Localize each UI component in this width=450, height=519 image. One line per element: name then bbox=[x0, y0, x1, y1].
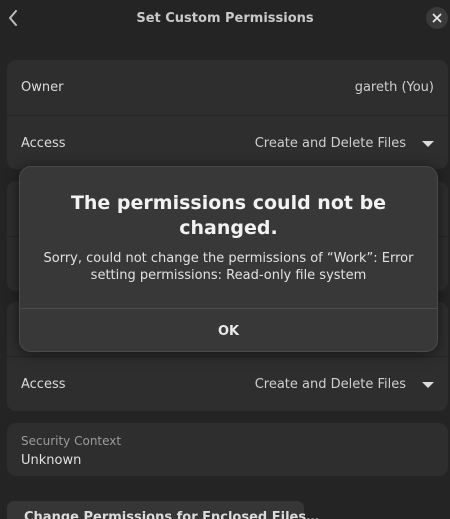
others-access-label: Access bbox=[21, 377, 66, 392]
owner-access-value: Create and Delete Files bbox=[254, 136, 406, 151]
error-dialog: The permissions could not be changed. So… bbox=[19, 166, 438, 352]
security-context-value: Unknown bbox=[21, 453, 82, 468]
header-bar: Set Custom Permissions bbox=[0, 0, 450, 38]
permissions-window: Set Custom Permissions Owner gareth (You… bbox=[0, 0, 450, 519]
owner-access-row[interactable]: Access Create and Delete Files bbox=[7, 116, 448, 169]
change-enclosed-permissions-button[interactable]: Change Permissions for Enclosed Files… bbox=[7, 501, 319, 519]
page-title: Set Custom Permissions bbox=[136, 11, 314, 26]
owner-value: gareth (You) bbox=[354, 80, 434, 95]
security-context-card: Security Context Unknown bbox=[7, 423, 448, 476]
close-icon bbox=[432, 13, 442, 23]
owner-row: Owner gareth (You) bbox=[7, 60, 448, 115]
owner-access-label: Access bbox=[21, 136, 66, 151]
owner-access-dropdown[interactable]: Create and Delete Files bbox=[255, 136, 434, 151]
close-button[interactable] bbox=[426, 7, 448, 29]
dropdown-arrow-icon bbox=[422, 381, 434, 388]
others-access-value: Create and Delete Files bbox=[254, 377, 406, 392]
dropdown-arrow-icon bbox=[422, 140, 434, 147]
security-context-label: Security Context bbox=[21, 434, 122, 448]
owner-label: Owner bbox=[21, 80, 64, 95]
ok-button[interactable]: OK bbox=[20, 309, 437, 351]
owner-card: Owner gareth (You) Access Create and Del… bbox=[7, 60, 448, 169]
others-access-row[interactable]: Access Create and Delete Files bbox=[7, 357, 448, 411]
dialog-body: Sorry, could not change the permissions … bbox=[43, 251, 414, 283]
dialog-heading: The permissions could not be changed. bbox=[70, 192, 387, 239]
others-access-dropdown[interactable]: Create and Delete Files bbox=[255, 377, 434, 392]
